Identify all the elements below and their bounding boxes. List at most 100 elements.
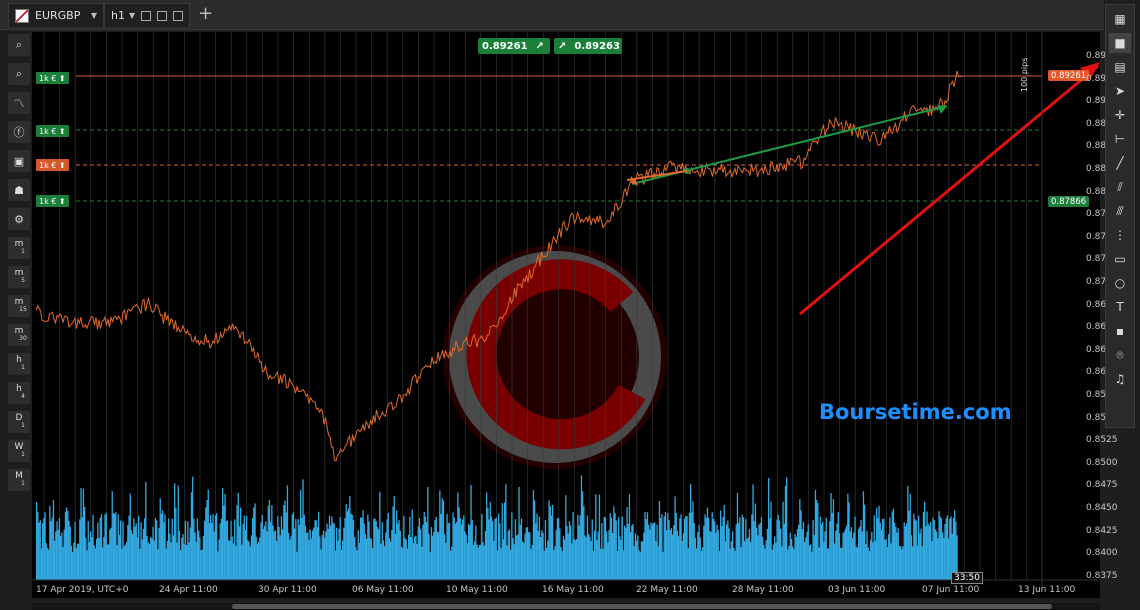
position-label[interactable]: 1k € ⬆ (36, 125, 69, 137)
timeframe-button[interactable]: m 30 (8, 324, 30, 346)
volume-bar (714, 521, 716, 580)
volume-bar (640, 541, 643, 580)
bell-icon[interactable]: ♫ (1109, 369, 1131, 389)
volume-bar (446, 513, 448, 580)
zoom-out-icon[interactable]: ⌕ (8, 63, 30, 85)
detach-icon[interactable] (141, 10, 152, 21)
volume-bar (721, 526, 723, 580)
volume-bar (343, 527, 345, 580)
volume-bar (180, 549, 182, 580)
rectangle-icon[interactable]: ▭ (1109, 249, 1131, 269)
timeframe-button[interactable]: h1 (8, 353, 30, 375)
volume-bar (926, 511, 928, 580)
volume-bar (236, 505, 238, 580)
volume-bar (636, 540, 638, 580)
volume-bar (819, 516, 821, 580)
volume-bar (769, 518, 771, 580)
volume-bar (577, 514, 579, 580)
volume-bar (330, 525, 332, 580)
timeframe-button[interactable]: h4 (8, 382, 30, 404)
volume-bar (506, 545, 508, 580)
tab-timeframe[interactable]: h1 ▼ (104, 3, 190, 27)
trader-icon[interactable]: ☗ (8, 179, 30, 201)
close-icon[interactable] (173, 10, 183, 21)
volume-bar (909, 493, 911, 580)
volume-bar (249, 546, 251, 580)
timeframe-button[interactable]: D1 (8, 411, 30, 433)
timeframe-value: 4 (21, 393, 25, 400)
volume-bar (104, 514, 106, 580)
sell-button[interactable]: 0.89261 ↗ (478, 38, 550, 54)
tab-symbol[interactable]: EURGBP ▼ (8, 3, 104, 27)
crosshair-icon[interactable]: ✛ (1109, 105, 1131, 125)
volume-bar (309, 529, 311, 580)
volume-bar (474, 541, 476, 580)
share-icon[interactable]: ⓕ (8, 121, 30, 143)
grid-icon[interactable]: ▦ (1109, 9, 1131, 29)
volume-bar (168, 518, 170, 580)
timeframe-button[interactable]: m 15 (8, 295, 30, 317)
circle-icon[interactable]: ○ (1109, 273, 1131, 293)
timeframe-button[interactable]: M1 (8, 469, 30, 491)
volume-bar (392, 506, 394, 580)
pitchfork-icon[interactable]: ⫻ (1109, 201, 1131, 221)
scrollbar-thumb[interactable] (232, 604, 1052, 609)
text-icon[interactable]: T (1109, 297, 1131, 317)
volume-bar (550, 515, 553, 580)
zoom-in-icon[interactable]: ⌕ (8, 34, 30, 56)
volume-bar (412, 542, 415, 580)
volume-bar (652, 522, 655, 580)
volume-bar (690, 484, 692, 580)
channel-icon[interactable]: ⫽ (1109, 177, 1131, 197)
chevron-down-icon[interactable]: ▼ (91, 11, 97, 20)
volume-bar (517, 534, 519, 580)
restore-icon[interactable] (157, 10, 168, 21)
line-icon[interactable]: ╱ (1109, 153, 1131, 173)
color-icon[interactable]: ▪ (1109, 321, 1131, 341)
volume-bar (184, 520, 187, 580)
volume-bar (511, 512, 513, 580)
volume-bar (874, 540, 877, 580)
volume-bar (591, 519, 593, 580)
bar-countdown: 33:50 (951, 572, 983, 584)
settings-icon[interactable]: ⚙ (8, 208, 30, 230)
volume-bar (513, 544, 515, 580)
timeframe-button[interactable]: W1 (8, 440, 30, 462)
timeframe-button[interactable]: m1 (8, 237, 30, 259)
x-axis-tick: 22 May 11:00 (636, 585, 698, 595)
position-label[interactable]: 1k € ⬆ (36, 72, 69, 84)
robot-icon[interactable]: ▣ (8, 150, 30, 172)
volume-bar (622, 550, 625, 580)
volume-bar (224, 493, 226, 580)
chart-type-icon[interactable]: 〽 (8, 92, 30, 114)
volume-bar (898, 546, 901, 580)
buy-price: 0.89263 (574, 40, 620, 52)
volume-bar (777, 514, 779, 580)
volume-bar (932, 517, 934, 580)
buy-button[interactable]: ↗ 0.89263 (554, 38, 622, 54)
volume-bar (127, 525, 129, 580)
position-label[interactable]: 1k € ⬆ (36, 195, 69, 207)
camera-icon[interactable]: ⌾ (1109, 345, 1131, 365)
fibonacci-icon[interactable]: ⋮ (1109, 225, 1131, 245)
chevron-down-icon[interactable]: ▼ (129, 11, 135, 20)
price-chart[interactable] (32, 32, 1100, 598)
chart-area[interactable]: 0.89261 ↗ ↗ 0.89263 1k € ⬆ 1k € ⬆ 1k € ⬆… (32, 32, 1118, 610)
volume-bar (368, 521, 370, 580)
volume-bar (486, 492, 488, 580)
position-label[interactable]: 1k € ⬆ (36, 159, 69, 171)
single-layout-icon[interactable]: ■ (1109, 33, 1131, 53)
volume-bar (414, 536, 416, 580)
volume-bar (747, 537, 749, 580)
timeframe-button[interactable]: m5 (8, 266, 30, 288)
ruler-icon[interactable]: ⊢ (1109, 129, 1131, 149)
split-layout-icon[interactable]: ▤ (1109, 57, 1131, 77)
add-tab-icon[interactable]: + (198, 5, 213, 23)
volume-bar (410, 536, 412, 580)
volume-bar (872, 542, 874, 580)
volume-bar (175, 507, 177, 580)
cursor-icon[interactable]: ➤ (1109, 81, 1131, 101)
volume-bar (876, 507, 878, 580)
volume-bar (352, 519, 355, 580)
volume-bar (465, 534, 467, 580)
